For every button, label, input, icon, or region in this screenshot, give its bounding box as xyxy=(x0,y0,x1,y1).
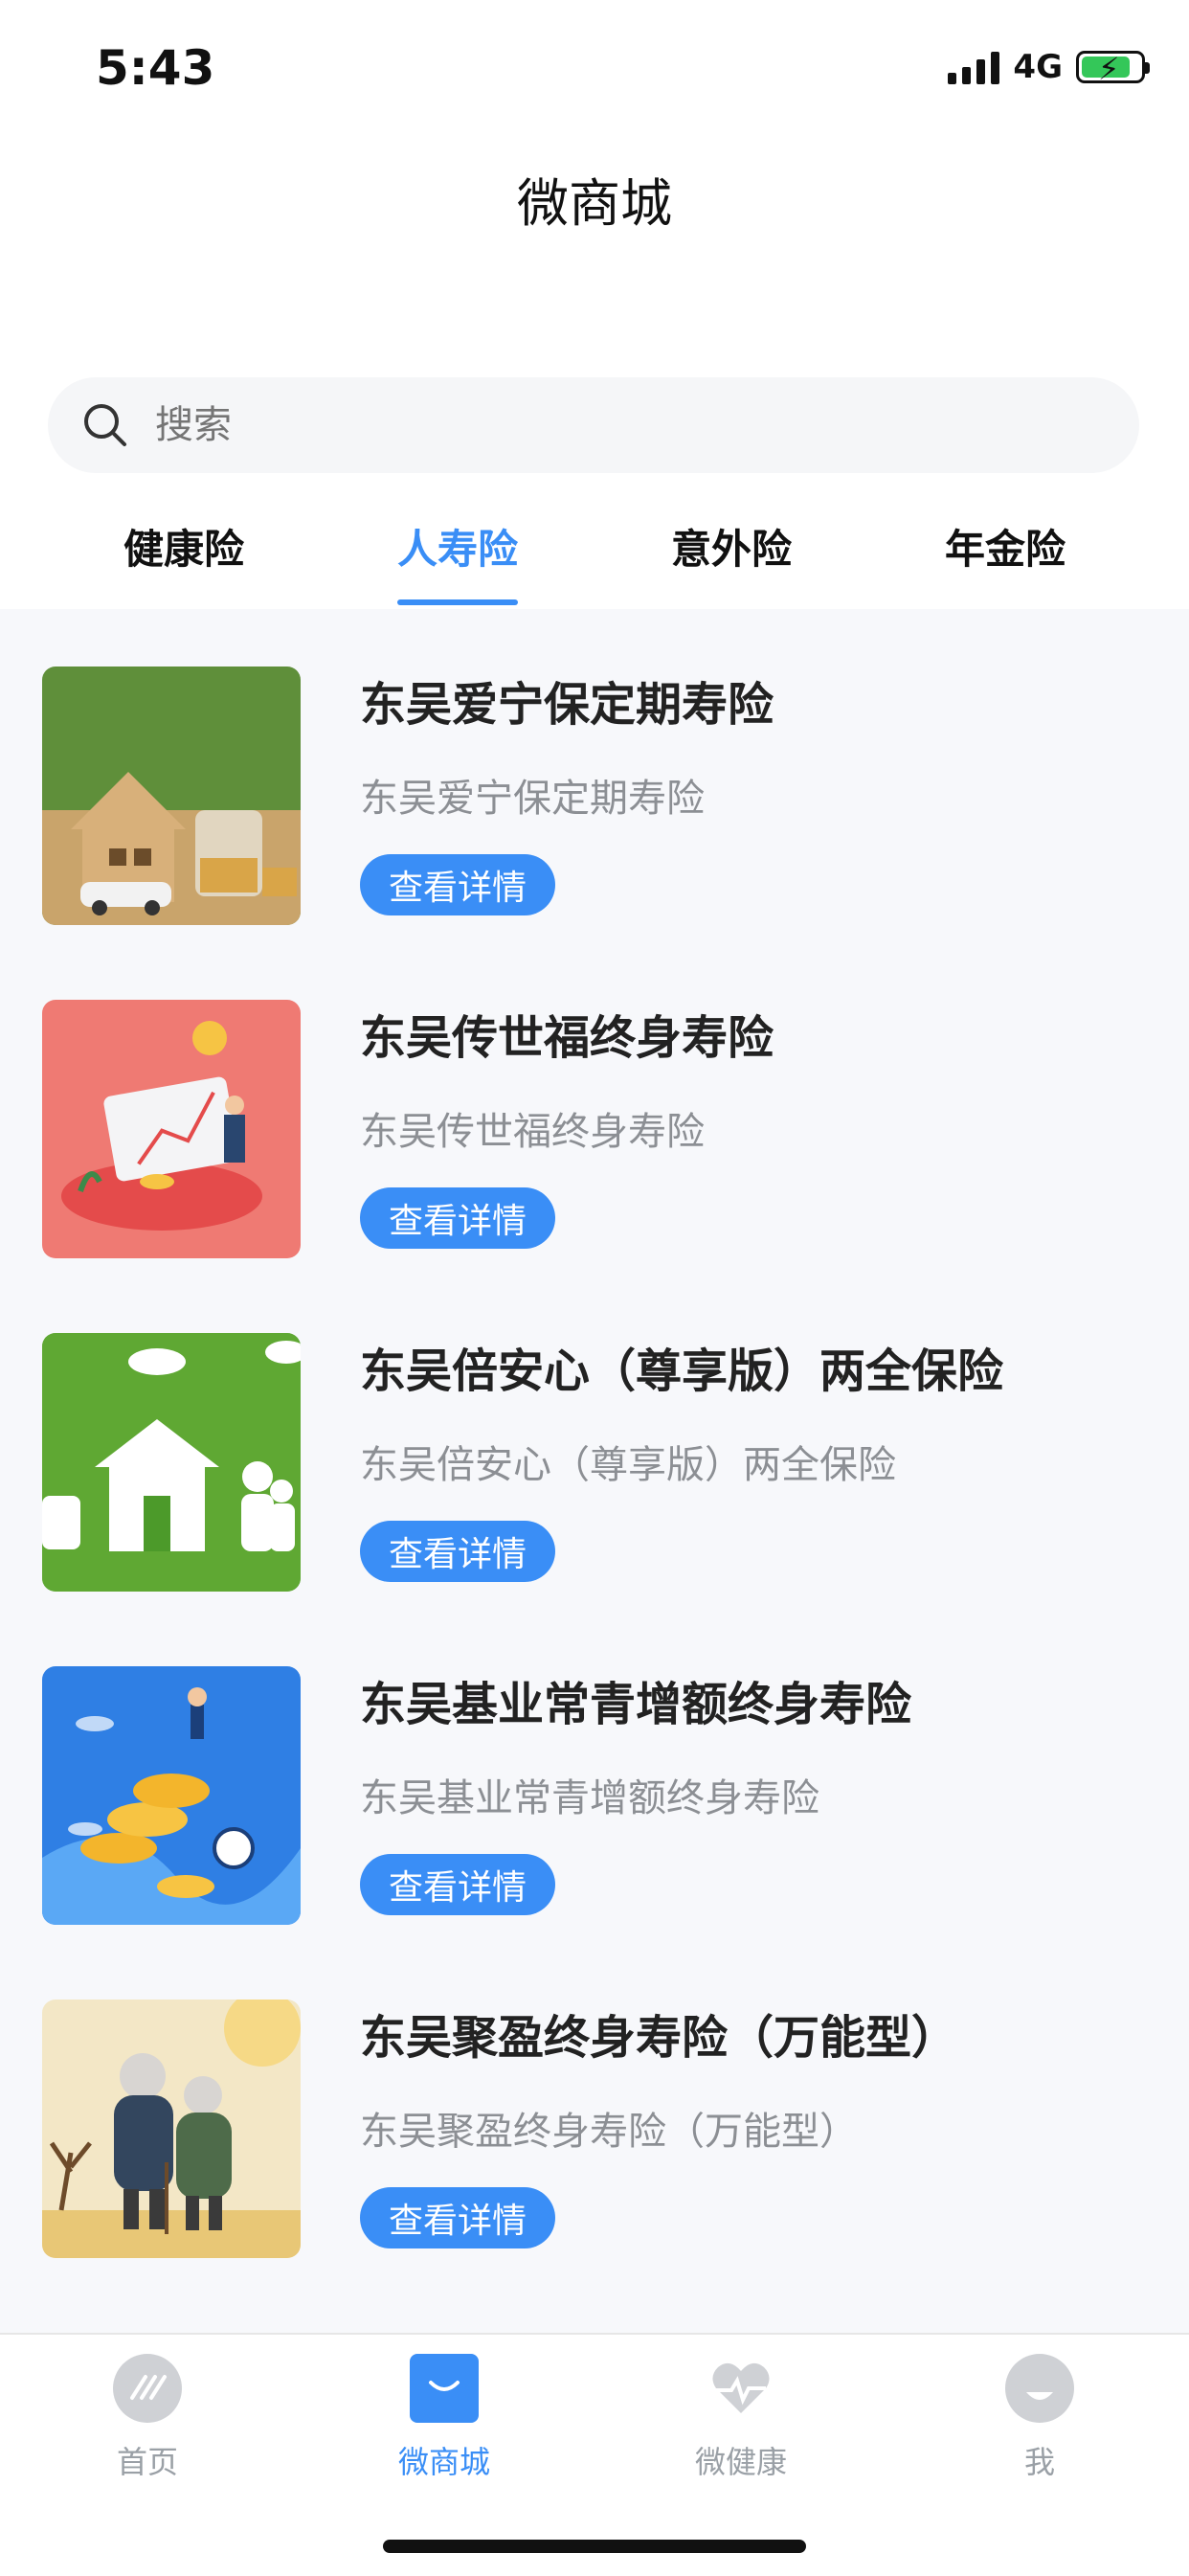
house-coins-image xyxy=(42,667,301,925)
view-details-button[interactable]: 查看详情 xyxy=(360,854,555,915)
product-title: 东吴聚盈终身寿险（万能型） xyxy=(360,2011,958,2065)
list-item[interactable]: 东吴倍安心（尊享版）两全保险 东吴倍安心（尊享版）两全保险 查看详情 xyxy=(0,1276,1189,1609)
tabbar-item-home[interactable]: 首页 xyxy=(61,2354,234,2488)
status-time: 5:43 xyxy=(96,40,215,96)
shop-bag-icon xyxy=(410,2354,479,2423)
top-header-area: 5:43 4G ⚡ 微商城 健康险 人寿险 意外险 年金险 xyxy=(0,0,1189,609)
list-item[interactable]: 东吴聚盈终身寿险（万能型） 东吴聚盈终身寿险（万能型） 查看详情 xyxy=(0,1942,1189,2275)
search-input[interactable] xyxy=(153,402,1019,448)
tabbar-label: 首页 xyxy=(116,2444,178,2480)
tabbar-item-health[interactable]: 微健康 xyxy=(655,2354,827,2488)
tab-annuity[interactable]: 年金险 xyxy=(929,517,1082,576)
category-tabs: 健康险 人寿险 意外险 年金险 xyxy=(0,517,1189,609)
search-icon xyxy=(84,404,126,446)
list-item[interactable]: 东吴传世福终身寿险 东吴传世福终身寿险 查看详情 xyxy=(0,942,1189,1276)
tab-accident[interactable]: 意外险 xyxy=(655,517,808,576)
signal-icon xyxy=(948,50,1000,84)
tabbar-item-me[interactable]: 我 xyxy=(953,2354,1126,2488)
status-icons: 4G ⚡ xyxy=(948,48,1150,87)
tabbar-label: 微商城 xyxy=(397,2444,490,2480)
home-logo-icon xyxy=(113,2354,182,2423)
tabbar-item-shop[interactable]: 微商城 xyxy=(358,2354,530,2488)
family-house-grass-image xyxy=(42,1333,301,1592)
network-label: 4G xyxy=(1013,48,1063,86)
search-bar[interactable] xyxy=(48,377,1139,473)
product-subtitle: 东吴基业常青增额终身寿险 xyxy=(360,1776,819,1820)
view-details-button[interactable]: 查看详情 xyxy=(360,1854,555,1915)
list-item[interactable]: 东吴基业常青增额终身寿险 东吴基业常青增额终身寿险 查看详情 xyxy=(0,1609,1189,1942)
product-title: 东吴爱宁保定期寿险 xyxy=(360,678,774,732)
product-title: 东吴倍安心（尊享版）两全保险 xyxy=(360,1344,1004,1398)
list-item[interactable]: 东吴爱宁保定期寿险 东吴爱宁保定期寿险 查看详情 xyxy=(0,609,1189,942)
product-subtitle: 东吴倍安心（尊享版）两全保险 xyxy=(360,1443,896,1487)
growth-chart-image xyxy=(42,1000,301,1258)
profile-icon xyxy=(1005,2354,1074,2423)
elderly-couple-image xyxy=(42,2000,301,2258)
product-subtitle: 东吴爱宁保定期寿险 xyxy=(360,777,705,821)
product-title: 东吴基业常青增额终身寿险 xyxy=(360,1678,912,1731)
tabbar-label: 微健康 xyxy=(694,2444,787,2480)
tabbar-label: 我 xyxy=(1023,2444,1055,2480)
page-title: 微商城 xyxy=(517,173,672,234)
product-subtitle: 东吴聚盈终身寿险（万能型） xyxy=(360,2110,858,2154)
tab-life[interactable]: 人寿险 xyxy=(381,517,534,576)
coins-climb-image xyxy=(42,1666,301,1925)
view-details-button[interactable]: 查看详情 xyxy=(360,1521,555,1582)
battery-icon: ⚡ xyxy=(1076,51,1150,87)
active-tab-indicator xyxy=(397,599,518,605)
view-details-button[interactable]: 查看详情 xyxy=(360,2187,555,2248)
product-title: 东吴传世福终身寿险 xyxy=(360,1011,774,1065)
tab-health[interactable]: 健康险 xyxy=(107,517,260,576)
product-subtitle: 东吴传世福终身寿险 xyxy=(360,1110,705,1154)
bottom-tab-bar: 首页 微商城 微健康 我 xyxy=(0,2333,1189,2576)
view-details-button[interactable]: 查看详情 xyxy=(360,1187,555,1249)
health-heart-icon xyxy=(707,2354,775,2423)
home-indicator xyxy=(383,2540,806,2553)
